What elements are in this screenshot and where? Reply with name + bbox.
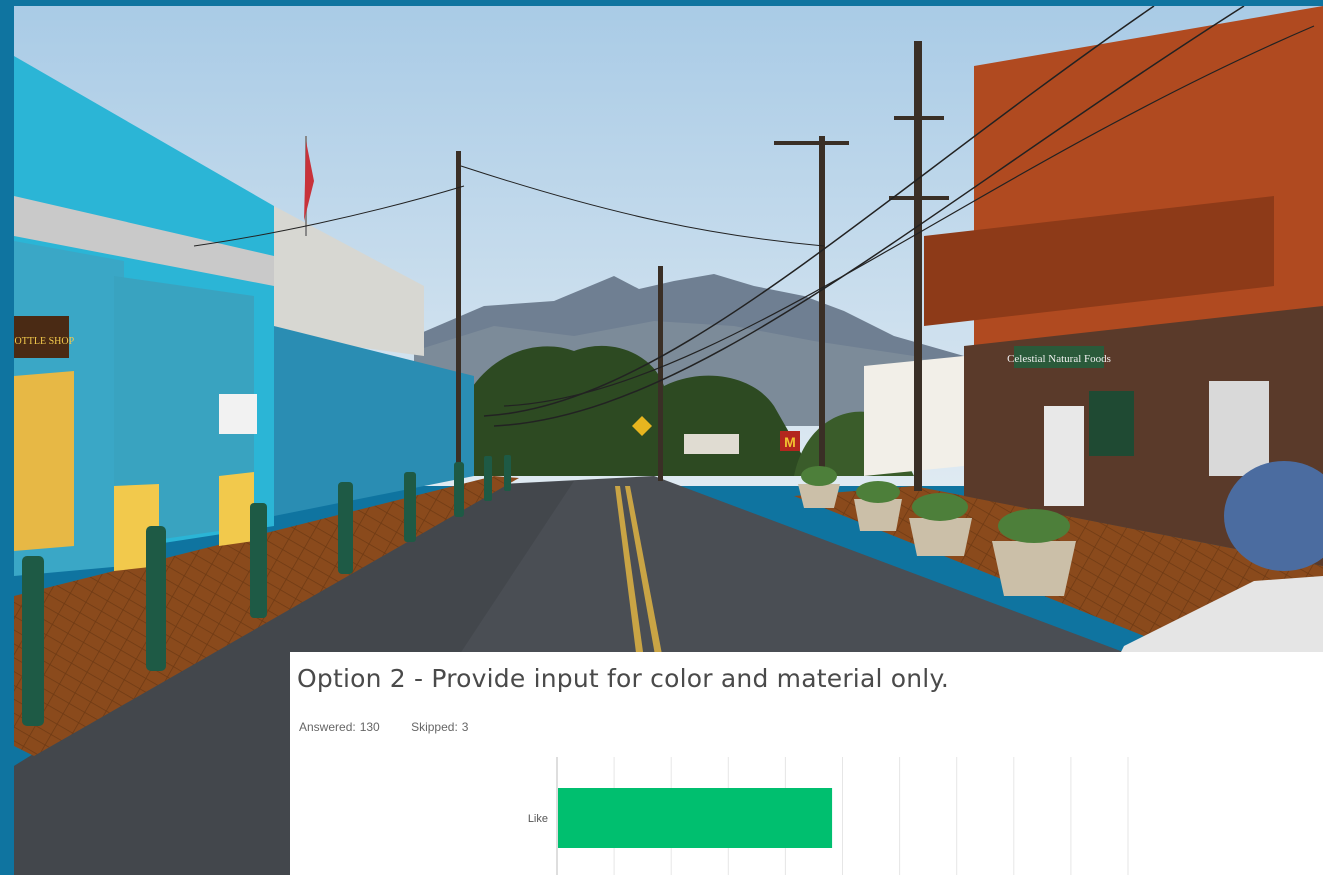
skipped-label: Skipped:	[411, 720, 458, 734]
bar-chart: Like	[528, 757, 1129, 875]
store-sign: Celestial Natural Foods	[1007, 353, 1111, 365]
bottle-shop-sign: BOTTLE SHOP	[14, 336, 75, 347]
survey-result-panel: Option 2 - Provide input for color and m…	[290, 652, 1323, 875]
skipped-stat: Skipped: 3	[411, 720, 482, 734]
answered-count: 130	[359, 720, 380, 734]
skipped-count: 3	[461, 720, 469, 734]
response-stats: Answered: 130 Skipped: 3	[299, 720, 496, 734]
answered-label: Answered:	[299, 720, 356, 734]
mcdonalds-sign: M	[784, 434, 796, 450]
answered-stat: Answered: 130	[299, 720, 394, 734]
question-title: Option 2 - Provide input for color and m…	[297, 664, 950, 693]
bar-like	[558, 788, 833, 848]
category-label: Like	[528, 813, 548, 825]
